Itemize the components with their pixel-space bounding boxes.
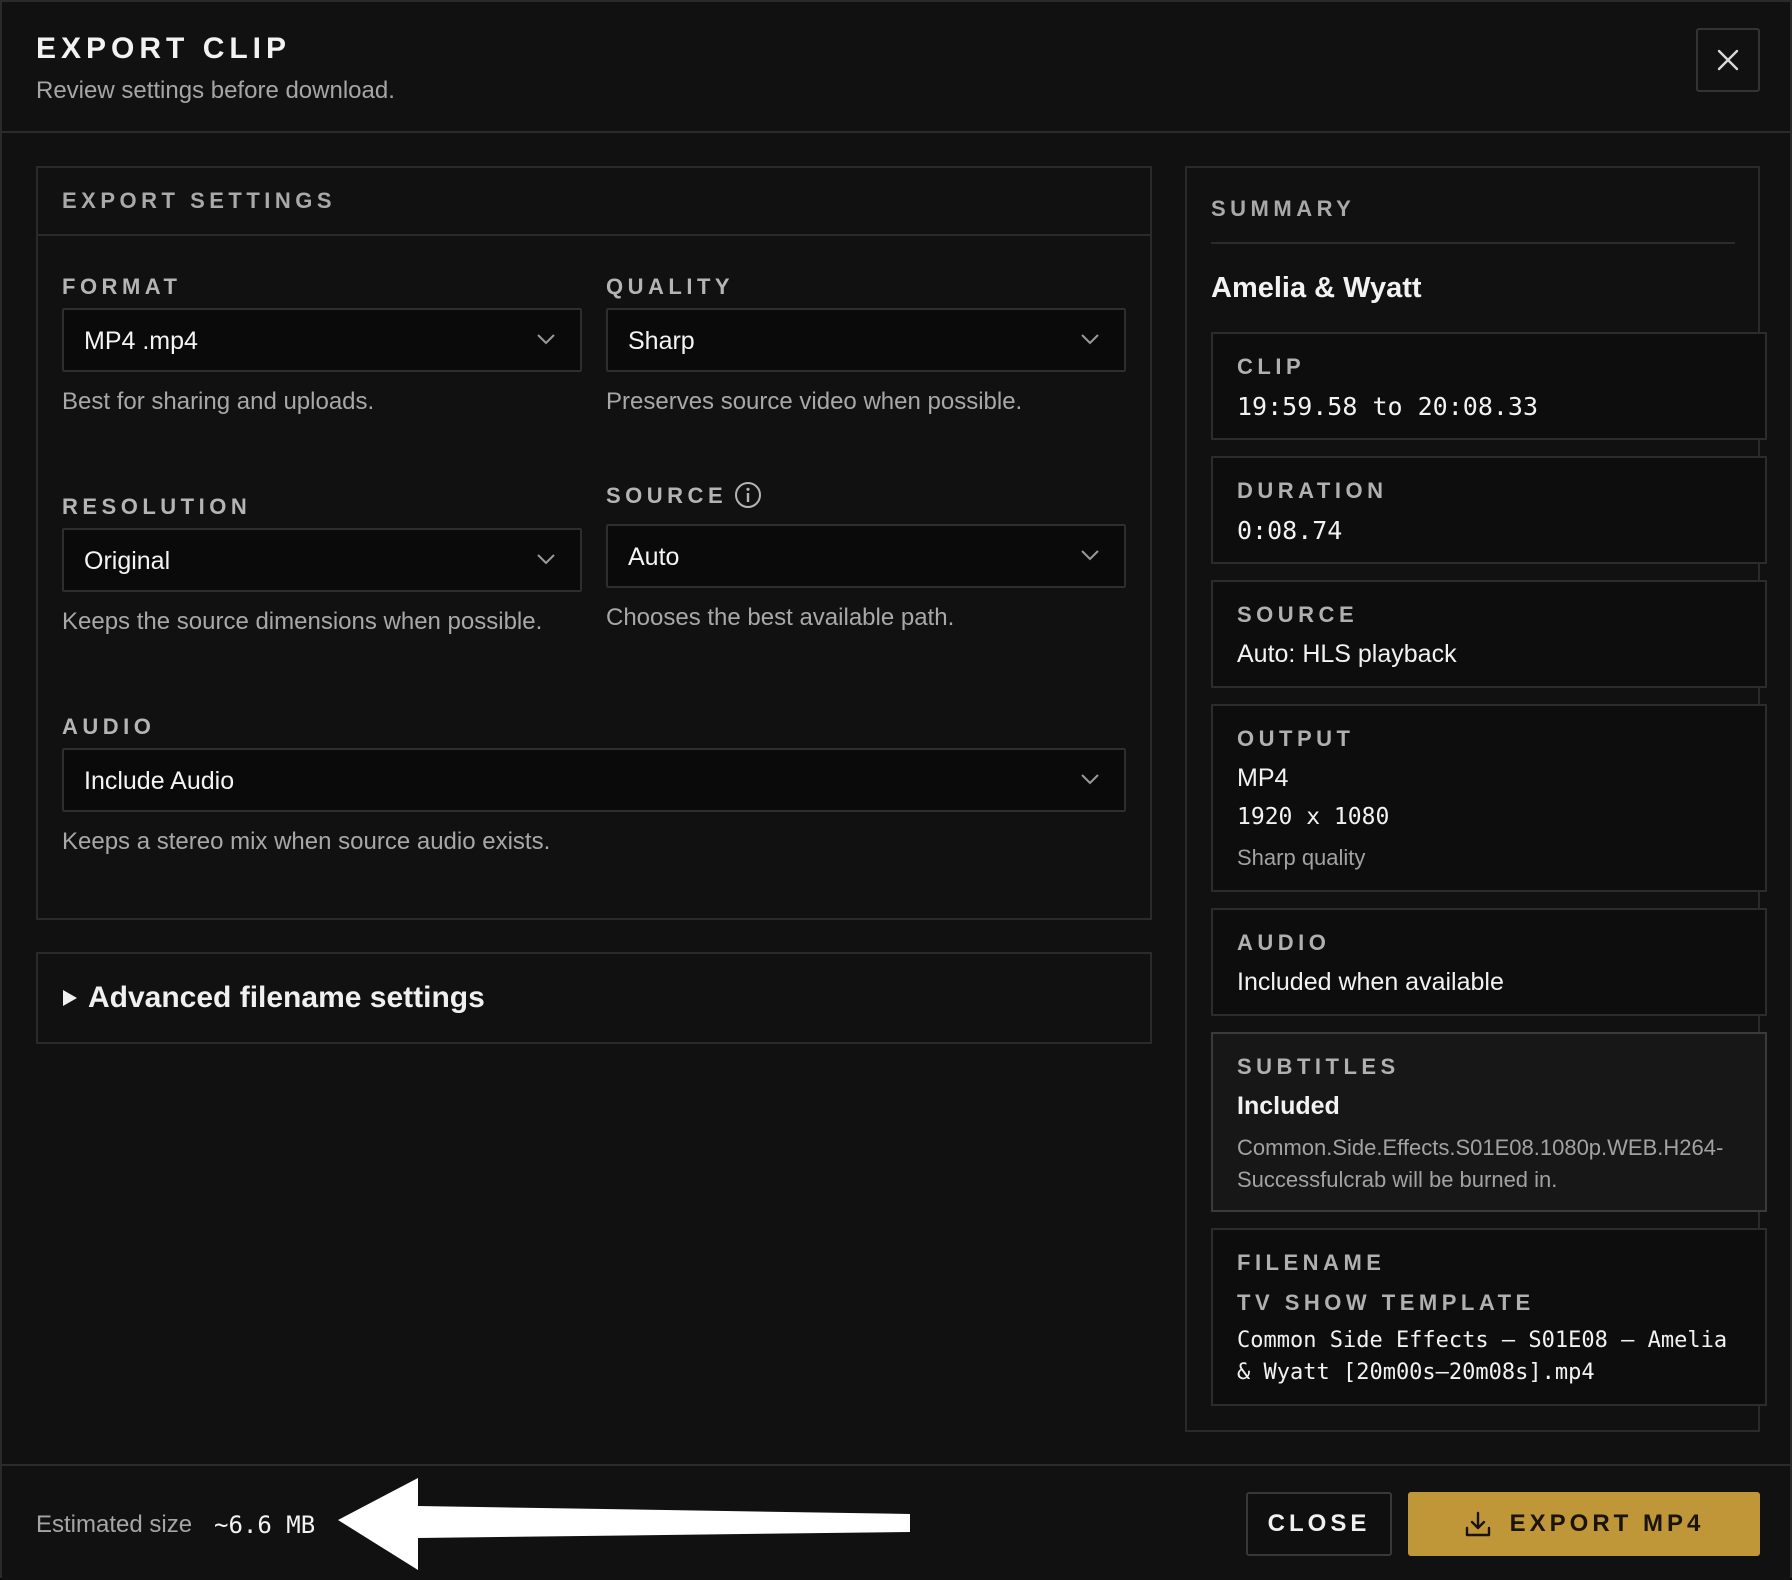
subtitles-value: Included xyxy=(1237,1092,1340,1120)
dialog-subtitle: Review settings before download. xyxy=(36,77,395,104)
summary-filename-box: FILENAME TV SHOW TEMPLATE Common Side Ef… xyxy=(1211,1228,1767,1406)
estimated-size-value: ~6.6 MB xyxy=(214,1511,316,1539)
export-clip-dialog: EXPORT CLIP Review settings before downl… xyxy=(0,0,1792,1580)
close-icon xyxy=(1717,49,1739,71)
quality-value: Sharp xyxy=(628,327,695,355)
chevron-down-icon xyxy=(1081,334,1099,345)
resolution-value: Original xyxy=(84,547,171,575)
audio-select[interactable]: Include Audio xyxy=(62,748,1126,812)
duration-value: 0:08.74 xyxy=(1237,516,1343,545)
audio-label: AUDIO xyxy=(62,714,156,739)
summary-divider xyxy=(1211,242,1735,244)
resolution-select[interactable]: Original xyxy=(62,528,582,592)
clip-label: CLIP xyxy=(1237,354,1306,379)
source-help: Chooses the best available path. xyxy=(606,604,955,631)
quality-help: Preserves source video when possible. xyxy=(606,388,1023,415)
export-settings-heading: EXPORT SETTINGS xyxy=(62,188,337,213)
export-settings-panel: EXPORT SETTINGS FORMAT MP4 .mp4 Best for… xyxy=(36,166,1152,920)
info-icon[interactable] xyxy=(734,481,762,509)
estimated-size-label: Estimated size xyxy=(36,1511,193,1538)
audio-value: Include Audio xyxy=(84,767,235,795)
chevron-down-icon xyxy=(1081,550,1099,561)
summary-panel: SUMMARY Amelia & Wyatt CLIP 19:59.58 to … xyxy=(1185,166,1767,1432)
output-dimensions: 1920 x 1080 xyxy=(1237,804,1390,830)
subtitles-detail-line2: Successfulcrab will be burned in. xyxy=(1237,1167,1558,1192)
summary-duration-box: DURATION 0:08.74 xyxy=(1211,456,1767,564)
chevron-down-icon xyxy=(1081,774,1099,785)
source-select[interactable]: Auto xyxy=(606,524,1126,588)
download-icon xyxy=(1465,1511,1490,1537)
chevron-down-icon xyxy=(537,554,555,565)
filename-template-label: TV SHOW TEMPLATE xyxy=(1237,1290,1535,1315)
output-format: MP4 xyxy=(1237,764,1289,792)
source-summary-label: SOURCE xyxy=(1237,602,1359,627)
format-select[interactable]: MP4 .mp4 xyxy=(62,308,582,372)
duration-label: DURATION xyxy=(1237,478,1388,503)
export-button-label: EXPORT MP4 xyxy=(1509,1510,1705,1537)
summary-title: Amelia & Wyatt xyxy=(1211,272,1422,304)
chevron-down-icon xyxy=(537,334,555,345)
subtitles-label: SUBTITLES xyxy=(1237,1054,1400,1079)
export-mp4-button[interactable]: EXPORT MP4 xyxy=(1408,1492,1760,1556)
output-label: OUTPUT xyxy=(1237,726,1355,751)
dialog-header: EXPORT CLIP Review settings before downl… xyxy=(2,2,1790,133)
source-label: SOURCE xyxy=(606,483,728,508)
filename-line2: & Wyatt [20m00s–20m08s].mp4 xyxy=(1237,1360,1595,1385)
source-value: Auto xyxy=(628,543,680,571)
summary-audio-box: AUDIO Included when available xyxy=(1211,908,1767,1016)
advanced-filename-label: Advanced filename settings xyxy=(88,981,485,1014)
subtitles-detail-line1: Common.Side.Effects.S01E08.1080p.WEB.H26… xyxy=(1237,1135,1724,1160)
summary-output-box: OUTPUT MP4 1920 x 1080 Sharp quality xyxy=(1211,704,1767,892)
output-quality: Sharp quality xyxy=(1237,845,1366,870)
audio-summary-label: AUDIO xyxy=(1237,930,1331,955)
export-settings-header: EXPORT SETTINGS xyxy=(38,168,1150,236)
close-dialog-button[interactable] xyxy=(1696,28,1760,92)
audio-summary-value: Included when available xyxy=(1237,968,1504,996)
summary-source-box: SOURCE Auto: HLS playback xyxy=(1211,580,1767,688)
audio-help: Keeps a stereo mix when source audio exi… xyxy=(62,828,551,855)
arrow-left-icon xyxy=(338,1478,910,1570)
close-button[interactable]: CLOSE xyxy=(1246,1492,1392,1556)
filename-line1: Common Side Effects – S01E08 – Amelia xyxy=(1237,1328,1728,1353)
summary-subtitles-box: SUBTITLES Included Common.Side.Effects.S… xyxy=(1211,1032,1767,1212)
triangle-right-icon xyxy=(63,990,77,1006)
resolution-label: RESOLUTION xyxy=(62,494,252,519)
dialog-title: EXPORT CLIP xyxy=(36,32,292,65)
format-value: MP4 .mp4 xyxy=(84,327,198,355)
dialog-footer: Estimated size ~6.6 MB CLOSE EXPORT MP4 xyxy=(2,1464,1790,1580)
filename-label: FILENAME xyxy=(1237,1250,1386,1275)
advanced-filename-toggle[interactable]: Advanced filename settings xyxy=(36,952,1152,1044)
source-summary-value: Auto: HLS playback xyxy=(1237,640,1457,668)
quality-select[interactable]: Sharp xyxy=(606,308,1126,372)
format-help: Best for sharing and uploads. xyxy=(62,388,375,415)
quality-label: QUALITY xyxy=(606,274,735,299)
format-label: FORMAT xyxy=(62,274,182,299)
resolution-help: Keeps the source dimensions when possibl… xyxy=(62,608,543,635)
summary-heading: SUMMARY xyxy=(1211,196,1356,221)
summary-clip-box: CLIP 19:59.58 to 20:08.33 xyxy=(1211,332,1767,440)
clip-range: 19:59.58 to 20:08.33 xyxy=(1237,392,1539,421)
